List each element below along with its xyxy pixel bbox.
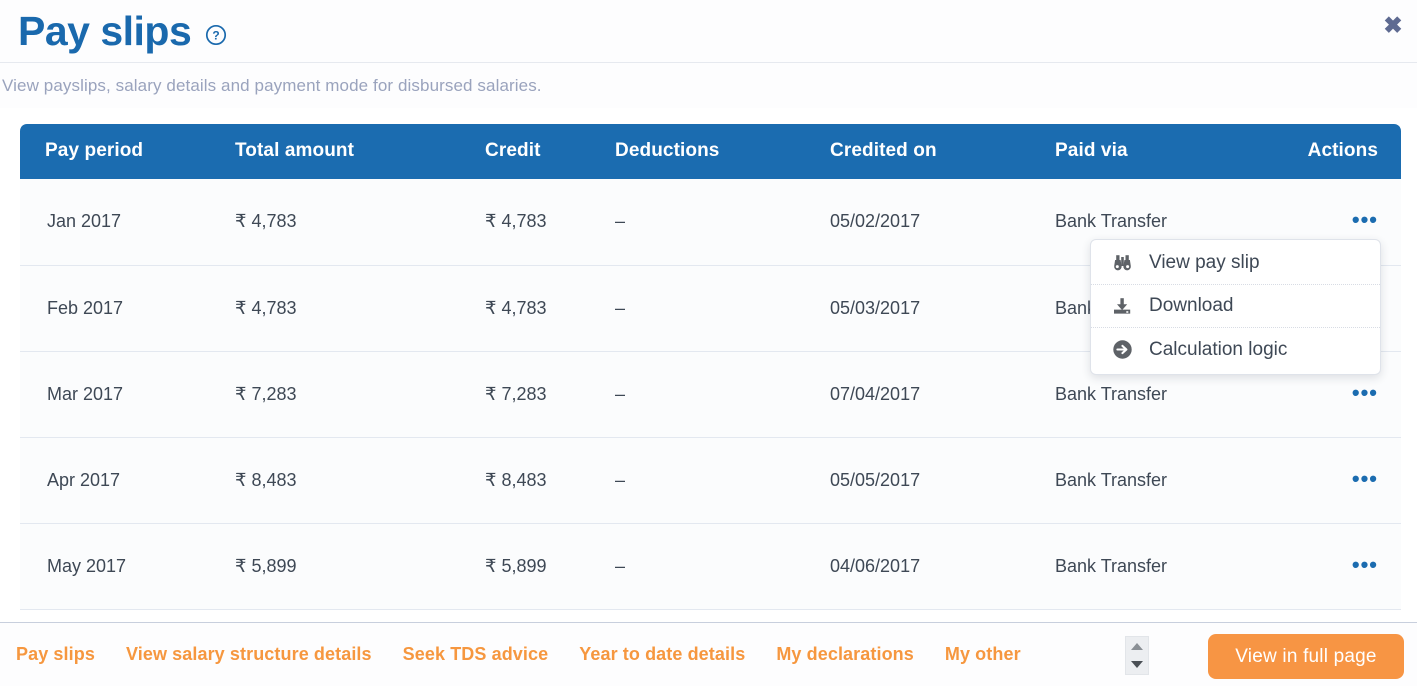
cell-pay-period: May 2017 [20,523,235,609]
cell-pay-period: Mar 2017 [20,351,235,437]
footer-bar: Pay slips View salary structure details … [0,622,1417,686]
page-title: Pay slips [18,7,191,55]
page-header: Pay slips ? ✖ [0,0,1417,63]
cell-deductions: – [615,437,830,523]
footer-link-tds-advice[interactable]: Seek TDS advice [403,644,549,665]
cell-total: ₹ 4,783 [235,265,485,351]
column-header-paid-via: Paid via [1055,124,1275,179]
view-in-full-page-button[interactable]: View in full page [1208,634,1404,679]
cell-deductions: – [615,523,830,609]
cell-pay-period: Apr 2017 [20,437,235,523]
cell-total: ₹ 5,899 [235,523,485,609]
footer-links: Pay slips View salary structure details … [16,644,1052,665]
menu-item-view-pay-slip[interactable]: View pay slip [1091,242,1380,285]
cell-paid-via: Bank Transfer [1055,437,1275,523]
footer-link-year-to-date[interactable]: Year to date details [579,644,745,665]
cell-credit: ₹ 4,783 [485,265,615,351]
svg-text:?: ? [213,29,220,43]
binoculars-icon [1109,252,1135,274]
page-subtitle: View payslips, salary details and paymen… [2,76,542,96]
cell-pay-period: Feb 2017 [20,265,235,351]
cell-actions: ••• [1275,437,1401,523]
column-header-actions: Actions [1275,124,1401,179]
column-header-deductions: Deductions [615,124,830,179]
menu-item-calculation-logic[interactable]: Calculation logic [1091,328,1380,371]
cell-paid-via: Bank Transfer [1055,523,1275,609]
footer-link-pay-slips[interactable]: Pay slips [16,644,95,665]
spinner-down-arrow-icon[interactable] [1131,661,1143,668]
scroll-spinner[interactable] [1125,636,1149,675]
table-row: Apr 2017 ₹ 8,483 ₹ 8,483 – 05/05/2017 Ba… [20,437,1401,523]
close-icon[interactable]: ✖ [1378,10,1408,40]
cell-total: ₹ 8,483 [235,437,485,523]
row-actions-dropdown: View pay slip Download Calculation logic [1090,239,1381,375]
cell-total: ₹ 7,283 [235,351,485,437]
cell-credit: ₹ 8,483 [485,437,615,523]
subtitle-bar: View payslips, salary details and paymen… [0,63,1417,108]
menu-item-label: View pay slip [1149,252,1260,274]
cell-credited-on: 07/04/2017 [830,351,1055,437]
column-header-total-amount: Total amount [235,124,485,179]
download-icon [1109,295,1135,317]
table-row: May 2017 ₹ 5,899 ₹ 5,899 – 04/06/2017 Ba… [20,523,1401,609]
cell-deductions: – [615,351,830,437]
menu-item-download[interactable]: Download [1091,285,1380,328]
row-actions-menu-icon[interactable]: ••• [1352,474,1378,484]
footer-link-salary-structure[interactable]: View salary structure details [126,644,372,665]
column-header-credited-on: Credited on [830,124,1055,179]
row-actions-menu-icon[interactable]: ••• [1352,388,1378,398]
menu-item-label: Download [1149,295,1234,317]
arrow-right-circle-icon [1109,339,1135,361]
cell-credit: ₹ 4,783 [485,179,615,265]
footer-link-my-other[interactable]: My other [945,644,1021,665]
column-header-credit: Credit [485,124,615,179]
cell-deductions: – [615,265,830,351]
cell-credit: ₹ 5,899 [485,523,615,609]
row-actions-menu-icon[interactable]: ••• [1352,560,1378,570]
menu-item-label: Calculation logic [1149,339,1287,361]
cell-pay-period: Jan 2017 [20,179,235,265]
cell-credit: ₹ 7,283 [485,351,615,437]
cell-actions: ••• [1275,523,1401,609]
column-header-pay-period: Pay period [20,124,235,179]
spinner-up-arrow-icon[interactable] [1131,643,1143,650]
cell-credited-on: 05/02/2017 [830,179,1055,265]
cell-credited-on: 05/05/2017 [830,437,1055,523]
cell-deductions: – [615,179,830,265]
cell-credited-on: 04/06/2017 [830,523,1055,609]
footer-link-my-declarations[interactable]: My declarations [776,644,914,665]
question-circle-icon[interactable]: ? [205,24,227,46]
cell-total: ₹ 4,783 [235,179,485,265]
table-header-row: Pay period Total amount Credit Deduction… [20,124,1401,179]
cell-credited-on: 05/03/2017 [830,265,1055,351]
row-actions-menu-icon[interactable]: ••• [1352,215,1378,225]
